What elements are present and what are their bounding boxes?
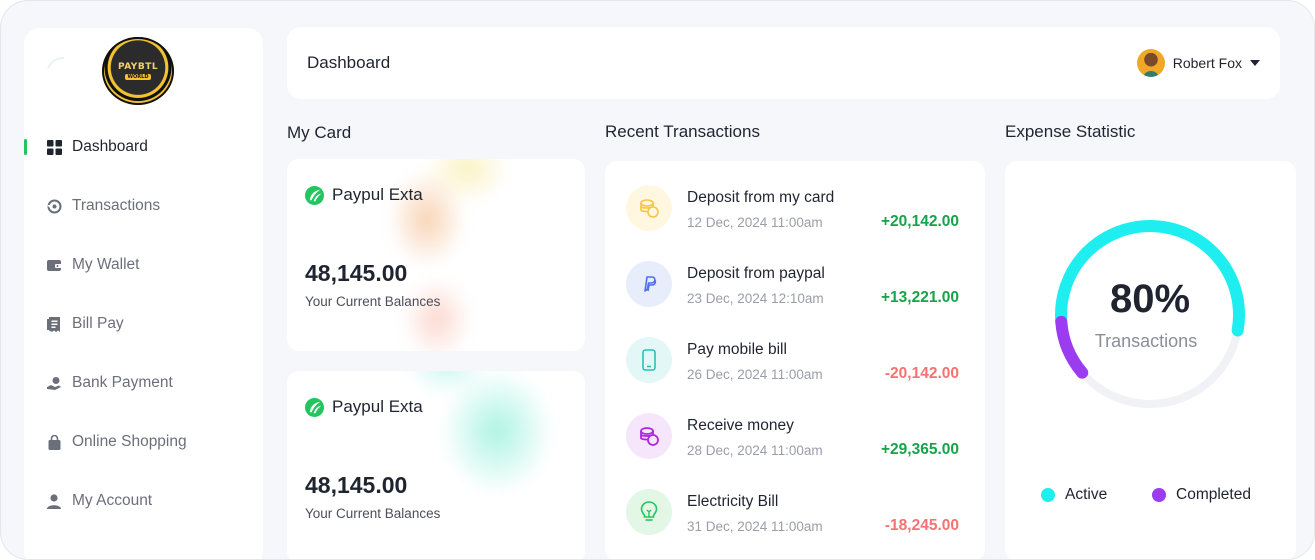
transaction-title: Electricity Bill bbox=[687, 493, 779, 510]
card-balance-caption: Your Current Balances bbox=[305, 294, 441, 309]
sidebar: PAYBTL WORLD Dashboard Transactions My W… bbox=[24, 28, 263, 559]
shopping-bag-icon bbox=[46, 434, 62, 450]
wallet-icon bbox=[46, 257, 62, 273]
card-balance: 48,145.00 bbox=[305, 472, 408, 498]
transaction-amount: -18,245.00 bbox=[884, 517, 959, 534]
sidebar-item-label: Dashboard bbox=[72, 138, 148, 155]
card-brand: Paypul Exta bbox=[305, 397, 423, 417]
transaction-date: 31 Dec, 2024 11:00am bbox=[687, 519, 823, 534]
user-menu[interactable]: Robert Fox bbox=[1136, 49, 1260, 77]
transaction-date: 28 Dec, 2024 11:00am bbox=[687, 443, 823, 458]
mobile-icon bbox=[626, 337, 672, 383]
transaction-row[interactable]: Pay mobile bill 26 Dec, 2024 11:00am -20… bbox=[605, 337, 985, 397]
balance-card[interactable]: Paypul Exta 48,145.00 Your Current Balan… bbox=[287, 159, 585, 351]
transaction-date: 26 Dec, 2024 11:00am bbox=[687, 367, 823, 382]
recent-transactions-panel: Deposit from my card 12 Dec, 2024 11:00a… bbox=[605, 161, 985, 559]
gauge-caption: Transactions bbox=[1094, 331, 1198, 351]
transaction-amount: +13,221.00 bbox=[880, 289, 959, 306]
transaction-row[interactable]: Deposit from paypal 23 Dec, 2024 12:10am… bbox=[605, 261, 985, 321]
logo-text: PAYBTL bbox=[117, 62, 159, 72]
sidebar-item-label: Bill Pay bbox=[72, 315, 124, 332]
coins-icon bbox=[626, 413, 672, 459]
chevron-down-icon bbox=[1250, 60, 1260, 66]
card-brand: Paypul Exta bbox=[305, 185, 423, 205]
active-indicator bbox=[24, 139, 27, 155]
sidebar-item-label: My Account bbox=[72, 492, 153, 509]
sidebar-item-label: Bank Payment bbox=[72, 374, 173, 391]
transaction-date: 12 Dec, 2024 11:00am bbox=[687, 215, 823, 230]
transaction-title: Deposit from paypal bbox=[687, 265, 825, 282]
sidebar-item-bank-payment[interactable]: Bank Payment bbox=[24, 365, 263, 401]
legend-item-completed: Completed bbox=[1152, 486, 1251, 504]
my-card-title: My Card bbox=[287, 123, 352, 142]
transaction-row[interactable]: Receive money 28 Dec, 2024 11:00am +29,3… bbox=[605, 413, 985, 473]
avatar bbox=[1136, 49, 1165, 77]
expense-statistic-panel: 80% Transactions Active Completed bbox=[1005, 161, 1296, 559]
transaction-amount: -20,142.00 bbox=[884, 365, 959, 382]
paypal-icon bbox=[626, 261, 672, 307]
user-name: Robert Fox bbox=[1172, 55, 1242, 71]
leaf-logo-icon bbox=[305, 185, 324, 205]
app-frame: PAYBTL WORLD Dashboard Transactions My W… bbox=[0, 0, 1315, 560]
bank-payment-icon bbox=[46, 375, 62, 391]
transaction-date: 23 Dec, 2024 12:10am bbox=[687, 291, 824, 306]
top-header: Dashboard Robert Fox bbox=[287, 27, 1280, 99]
lightbulb-icon bbox=[626, 489, 672, 535]
sidebar-item-label: Transactions bbox=[72, 197, 161, 214]
card-balance: 48,145.00 bbox=[305, 260, 408, 286]
bill-icon bbox=[46, 316, 62, 332]
card-brand-name: Paypul Exta bbox=[332, 397, 423, 416]
paybtl-logo[interactable]: PAYBTL WORLD bbox=[102, 37, 174, 105]
sidebar-item-my-account[interactable]: My Account bbox=[24, 483, 263, 519]
sidebar-item-my-wallet[interactable]: My Wallet bbox=[24, 247, 263, 283]
transaction-row[interactable]: Deposit from my card 12 Dec, 2024 11:00a… bbox=[605, 185, 985, 245]
transaction-amount: +29,365.00 bbox=[880, 441, 959, 458]
transaction-amount: +20,142.00 bbox=[880, 213, 959, 230]
transaction-row[interactable]: Electricity Bill 31 Dec, 2024 11:00am -1… bbox=[605, 489, 985, 549]
page-title: Dashboard bbox=[307, 53, 391, 72]
sidebar-item-label: Online Shopping bbox=[72, 433, 187, 450]
expense-statistic-title: Expense Statistic bbox=[1005, 122, 1136, 141]
sidebar-item-online-shopping[interactable]: Online Shopping bbox=[24, 424, 263, 460]
gauge-percent: 80% bbox=[1109, 277, 1191, 321]
sidebar-item-transactions[interactable]: Transactions bbox=[24, 188, 263, 224]
transaction-title: Receive money bbox=[687, 417, 794, 434]
transaction-title: Pay mobile bill bbox=[687, 341, 787, 358]
legend-dot bbox=[1041, 488, 1055, 502]
legend-item-active: Active bbox=[1041, 486, 1107, 504]
legend-label: Completed bbox=[1176, 486, 1251, 503]
sidebar-item-label: My Wallet bbox=[72, 256, 140, 273]
legend-label: Active bbox=[1065, 486, 1108, 503]
transaction-title: Deposit from my card bbox=[687, 189, 835, 206]
logo-subtext: WORLD bbox=[124, 74, 152, 80]
user-icon bbox=[46, 493, 62, 509]
dashboard-grid-icon bbox=[46, 139, 62, 155]
sidebar-item-bill-pay[interactable]: Bill Pay bbox=[24, 306, 263, 342]
recent-transactions-title: Recent Transactions bbox=[605, 122, 760, 141]
card-balance-caption: Your Current Balances bbox=[305, 506, 441, 521]
card-brand-name: Paypul Exta bbox=[332, 185, 423, 204]
leaf-logo-icon bbox=[305, 397, 324, 417]
sidebar-item-dashboard[interactable]: Dashboard bbox=[24, 129, 263, 165]
balance-card[interactable]: Paypul Exta 48,145.00 Your Current Balan… bbox=[287, 371, 585, 559]
coins-icon bbox=[626, 185, 672, 231]
legend-dot bbox=[1152, 488, 1166, 502]
sidebar-leaf-decoration bbox=[47, 57, 65, 69]
transactions-icon bbox=[46, 198, 62, 214]
